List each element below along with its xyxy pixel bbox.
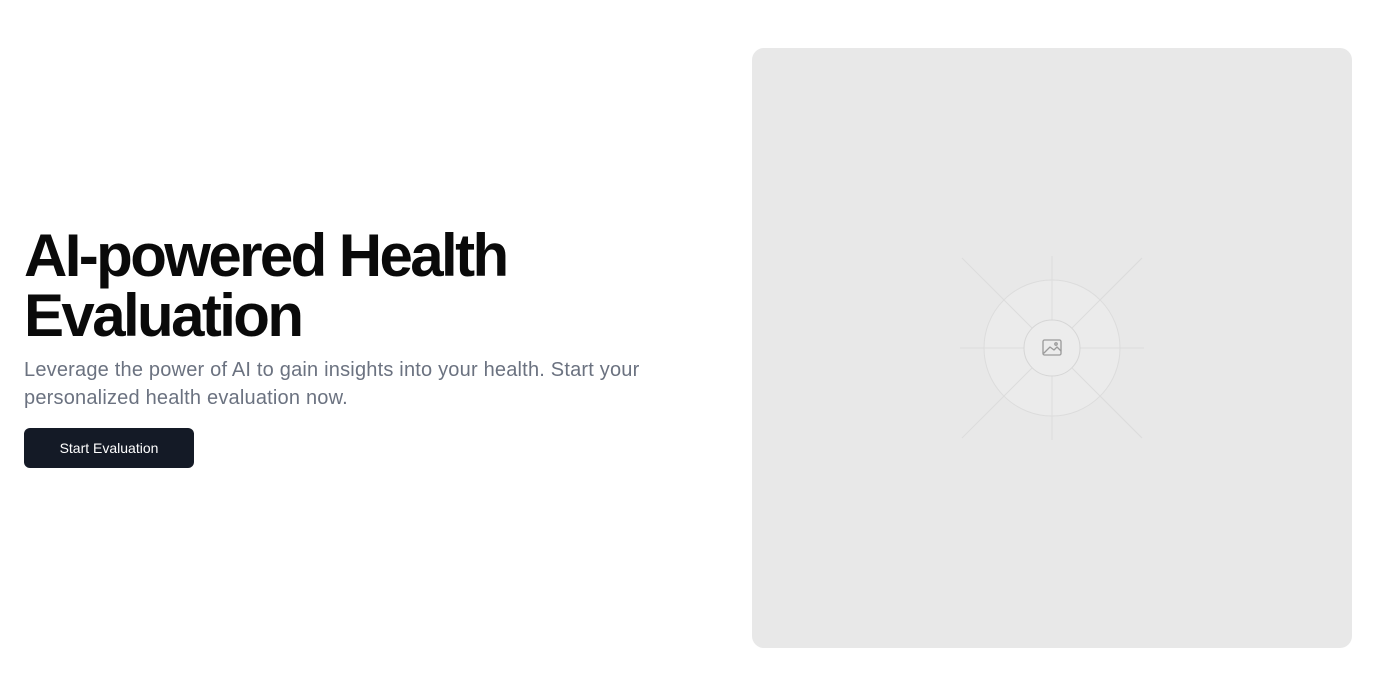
placeholder-graphic [960,256,1144,440]
page: AI-powered Health Evaluation Leverage th… [0,0,1376,696]
hero-subtitle: Leverage the power of AI to gain insight… [24,359,640,409]
hero-title: AI-powered Health Evaluation [24,226,664,346]
start-evaluation-button[interactable]: Start Evaluation [24,428,194,468]
hero-title-line-2: Evaluation [24,282,304,349]
hero-section: AI-powered Health Evaluation Leverage th… [24,226,664,468]
hero-title-line-1: AI-powered Health [24,222,509,289]
image-placeholder [752,48,1352,648]
